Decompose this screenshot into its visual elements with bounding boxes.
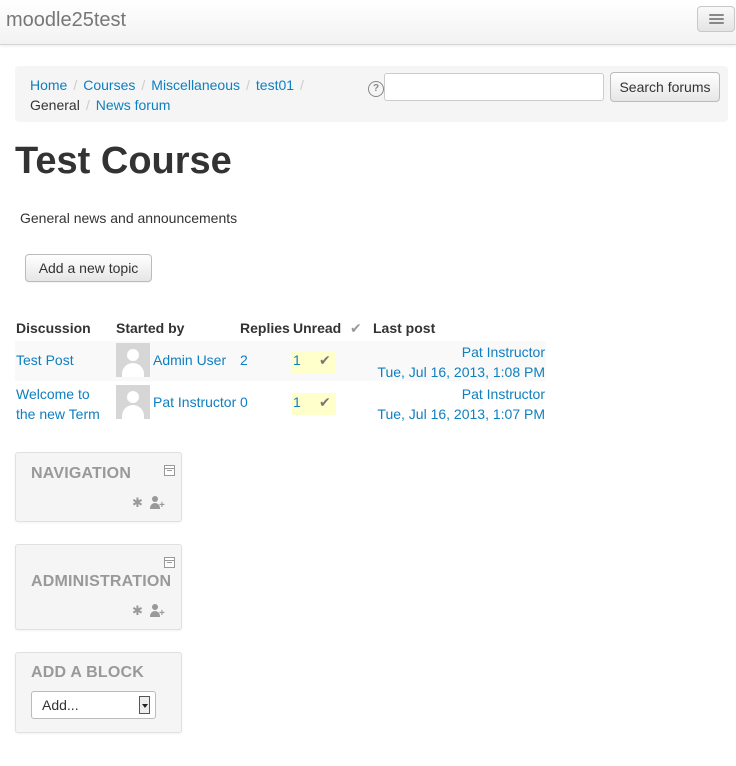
breadcrumb-separator: / [300,77,304,93]
hamburger-menu-icon-bar [709,22,724,24]
add-new-topic-button[interactable]: Add a new topic [25,254,152,282]
mark-read-icon[interactable]: ✔ [319,394,331,411]
page-title: Test Course [15,140,232,182]
navigation-block: NAVIGATION ✱ + [15,452,182,522]
last-post-cell: Pat Instructor Tue, Jul 16, 2013, 1:08 P… [377,342,545,382]
add-block-title: ADD A BLOCK [31,664,145,681]
gear-icon[interactable]: ✱ [132,496,143,509]
breadcrumb-separator: / [73,77,78,93]
site-brand[interactable]: moodle25test [6,9,126,32]
breadcrumb-home[interactable]: Home [30,77,67,93]
breadcrumb-bar: Home / Courses / Miscellaneous / test01 / Gener… [15,66,728,122]
unread-count-link[interactable]: 1 [293,394,301,410]
header-last-post[interactable]: Last post [373,320,435,336]
header-replies[interactable]: Replies [240,320,290,336]
breadcrumb-separator: / [141,77,146,93]
assign-roles-icon[interactable]: + [150,496,165,511]
user-avatar-icon[interactable] [116,343,150,377]
block-toggle-icon[interactable] [164,557,175,568]
unread-cell: 1 ✔ [292,393,336,415]
breadcrumb-general: General [30,97,80,113]
gear-icon[interactable]: ✱ [132,604,143,617]
mark-read-icon[interactable]: ✔ [319,352,331,369]
navbar: moodle25test [0,0,736,45]
assign-roles-icon[interactable]: + [150,604,165,619]
breadcrumb-separator: / [246,77,250,93]
last-post-cell: Pat Instructor Tue, Jul 16, 2013, 1:07 P… [377,384,545,424]
unread-cell: 1 ✔ [292,351,336,373]
unread-count-link[interactable]: 1 [293,352,301,368]
navigation-block-title[interactable]: NAVIGATION [31,465,131,483]
discussion-link[interactable]: Welcome to the new Term [16,384,111,424]
started-by-link[interactable]: Admin User [153,352,226,368]
last-post-author-link[interactable]: Pat Instructor [462,386,545,402]
hamburger-menu-icon-bar [709,18,724,20]
breadcrumb-news-forum[interactable]: News forum [96,97,171,113]
help-icon[interactable]: ? [368,81,384,97]
breadcrumb-test01[interactable]: test01 [256,77,294,93]
discussion-row: Test Post Admin User 2 1 ✔ Pat Instructo… [15,341,546,381]
replies-link[interactable]: 0 [240,394,248,410]
discussion-row: Welcome to the new Term Pat Instructor 0… [15,383,546,423]
add-block-select-value: Add... [42,697,79,713]
mark-all-read-icon[interactable]: ✔ [350,320,362,337]
administration-block: ADMINISTRATION ✱ + [15,544,182,630]
replies-link[interactable]: 2 [240,352,248,368]
last-post-date-link[interactable]: Tue, Jul 16, 2013, 1:08 PM [377,364,545,380]
discussion-link[interactable]: Test Post [16,352,74,368]
header-started-by[interactable]: Started by [116,320,184,336]
add-block-block: ADD A BLOCK Add... [15,652,182,733]
last-post-date-link[interactable]: Tue, Jul 16, 2013, 1:07 PM [377,406,545,422]
administration-block-title[interactable]: ADMINISTRATION [31,573,171,591]
search-forums-button[interactable]: Search forums [610,72,720,102]
add-block-select[interactable]: Add... [31,691,156,719]
forum-intro: General news and announcements [20,210,238,226]
header-unread: Unread [293,320,342,336]
last-post-author-link[interactable]: Pat Instructor [462,344,545,360]
user-avatar-icon[interactable] [116,385,150,419]
search-forums-input[interactable] [384,73,604,101]
started-by-link[interactable]: Pat Instructor [153,394,236,410]
menu-toggle-button[interactable] [697,6,735,32]
dropdown-arrow-icon[interactable] [139,696,150,714]
breadcrumb-courses[interactable]: Courses [83,77,135,93]
breadcrumb: Home / Courses / Miscellaneous / test01 / Gener… [30,75,360,115]
block-toggle-icon[interactable] [164,465,175,476]
header-discussion[interactable]: Discussion [16,320,91,336]
breadcrumb-separator: / [85,97,90,113]
hamburger-menu-icon [709,14,724,16]
breadcrumb-miscellaneous[interactable]: Miscellaneous [151,77,240,93]
